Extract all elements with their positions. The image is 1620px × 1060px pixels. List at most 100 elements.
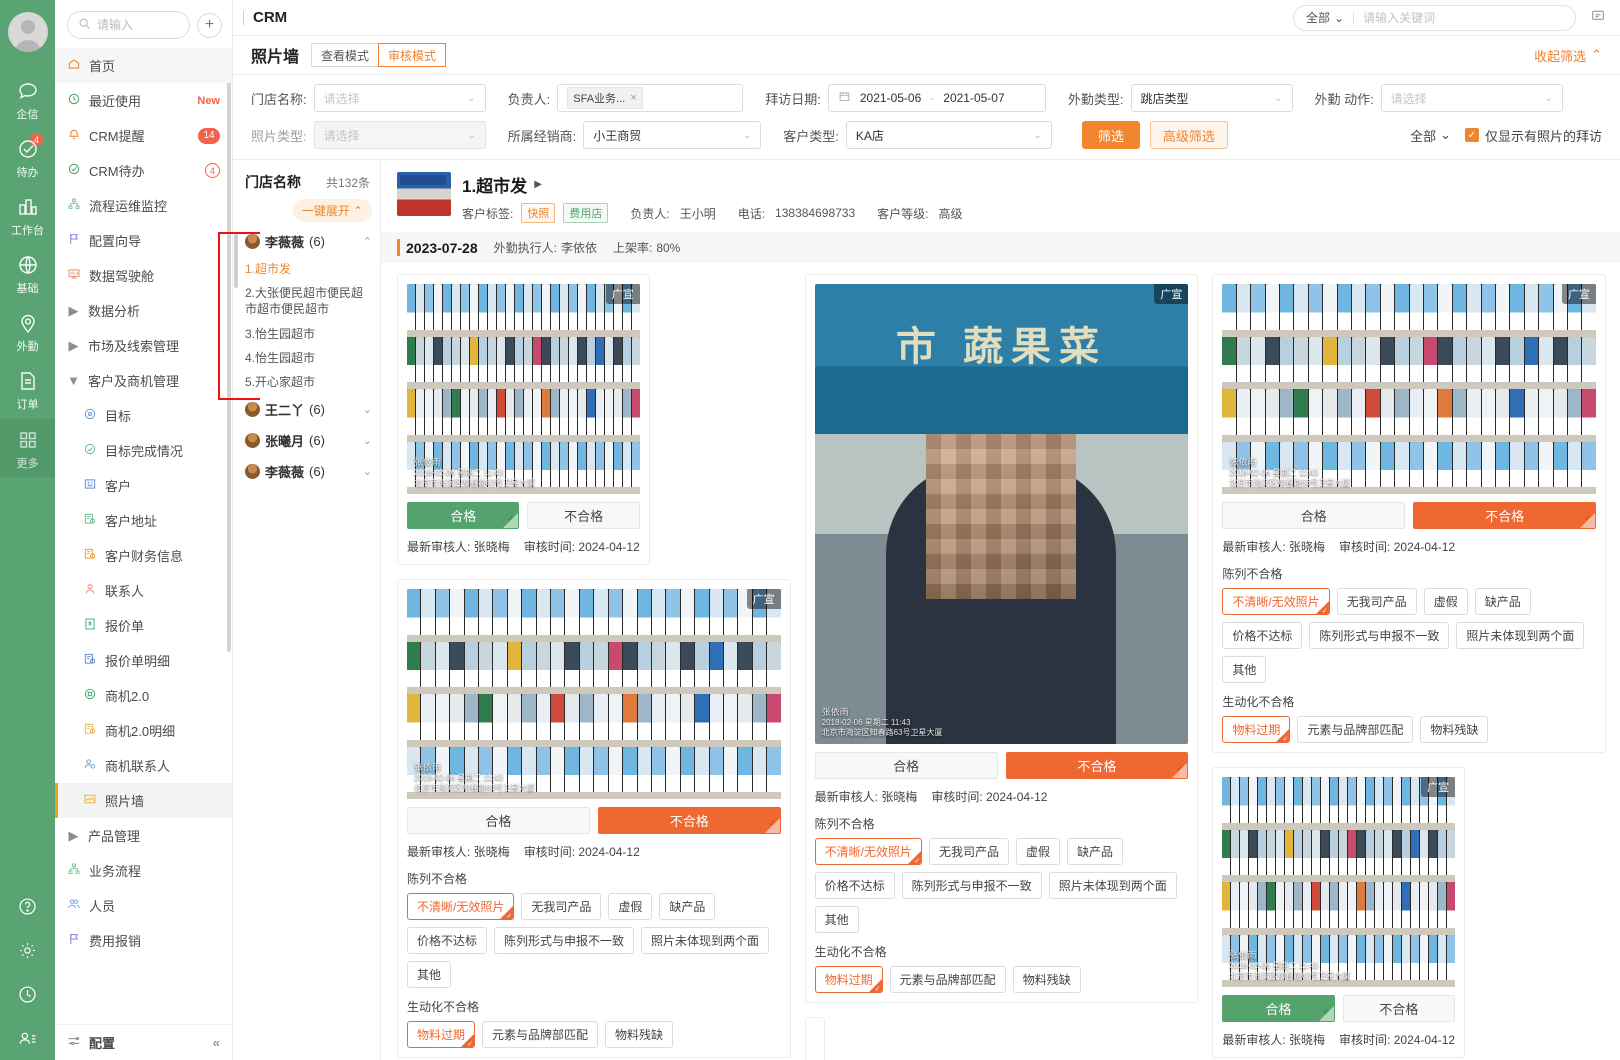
sidebar-item-customer-finance[interactable]: 客户财务信息 bbox=[55, 538, 232, 573]
collapse-filters-button[interactable]: 收起筛选 ⌃ bbox=[1534, 46, 1602, 65]
rail-item-fieldwork[interactable]: 外勤 bbox=[0, 302, 55, 360]
reason-chip[interactable]: 无我司产品 bbox=[521, 893, 602, 920]
rail-item-orders[interactable]: 订单 bbox=[0, 360, 55, 418]
sidebar-item-business-process[interactable]: 业务流程 bbox=[55, 853, 232, 888]
reason-chip[interactable]: 照片未体现到两个面 bbox=[641, 927, 770, 954]
expand-triangle-icon[interactable]: ▶ bbox=[534, 179, 542, 190]
filter-date-start[interactable]: 2021-05-06 bbox=[860, 91, 921, 105]
reason-chip[interactable]: 物料过期 ✓ bbox=[1222, 716, 1291, 743]
sidebar-item-opportunity-2-detail[interactable]: 商机2.0明细 bbox=[55, 713, 232, 748]
reason-chip[interactable]: 虚假 bbox=[608, 893, 653, 920]
sidebar-item-config-wizard[interactable]: 配置向导 bbox=[55, 223, 232, 258]
reason-chip[interactable]: 价格不达标 bbox=[1222, 622, 1303, 649]
sidebar-group-customer-opportunity[interactable]: ▼ 客户及商机管理 bbox=[55, 363, 232, 398]
pass-button[interactable]: 合格 bbox=[407, 502, 520, 529]
tab-view-mode[interactable]: 查看模式 bbox=[311, 43, 380, 67]
nav-add-button[interactable]: + bbox=[197, 12, 222, 38]
sidebar-item-home[interactable]: 首页 bbox=[55, 48, 232, 83]
reason-chip[interactable]: 照片未体现到两个面 bbox=[1048, 872, 1177, 899]
reason-chip[interactable]: 不清晰/无效照片 ✓ bbox=[407, 893, 515, 920]
sidebar-item-opportunity-2[interactable]: 商机2.0 bbox=[55, 678, 232, 713]
filter-date-end[interactable]: 2021-05-07 bbox=[943, 91, 1004, 105]
reason-chip[interactable]: 价格不达标 bbox=[814, 872, 895, 899]
pass-button[interactable]: 合格 bbox=[1222, 995, 1335, 1022]
sidebar-group-product-management[interactable]: ▶ 产品管理 bbox=[55, 818, 232, 853]
store-group-header[interactable]: 李薇薇 (6) ⌄ bbox=[233, 456, 380, 487]
pass-button[interactable]: 合格 bbox=[814, 752, 998, 779]
filter-distributor-select[interactable]: 小王商贸 ⌄ bbox=[583, 121, 762, 149]
only-with-photo-checkbox[interactable]: ✓ 仅显示有照片的拜访 bbox=[1464, 126, 1602, 145]
reason-chip[interactable]: 照片未体现到两个面 bbox=[1456, 622, 1585, 649]
nav-search-box[interactable] bbox=[67, 11, 190, 39]
reason-chip[interactable]: 不清晰/无效照片 ✓ bbox=[1222, 588, 1330, 615]
store-group-header[interactable]: 李薇薇 (6) ⌃ bbox=[233, 226, 380, 257]
reason-chip[interactable]: 陈列形式与申报不一致 bbox=[1309, 622, 1450, 649]
sidebar-item-recent[interactable]: 最近使用 New bbox=[55, 83, 232, 118]
reason-chip[interactable]: 缺产品 bbox=[1474, 588, 1531, 615]
close-icon[interactable]: × bbox=[630, 92, 636, 104]
rail-item-base[interactable]: 基础 bbox=[0, 244, 55, 302]
sidebar-item-crm-reminder[interactable]: CRM提醒 14 bbox=[55, 118, 232, 153]
rail-item-more[interactable]: 更多 bbox=[0, 418, 55, 477]
reason-chip[interactable]: 虚假 bbox=[1423, 588, 1468, 615]
filter-apply-button[interactable]: 筛选 bbox=[1081, 121, 1140, 149]
reason-chip[interactable]: 其他 bbox=[1222, 656, 1267, 683]
reason-chip[interactable]: 物料残缺 bbox=[605, 1021, 674, 1048]
pass-button[interactable]: 合格 bbox=[1222, 502, 1406, 529]
gear-icon[interactable] bbox=[17, 940, 38, 964]
filter-fieldwork-action-select[interactable]: 请选择 ⌄ bbox=[1380, 84, 1563, 112]
sidebar-item-contacts[interactable]: 联系人 bbox=[55, 573, 232, 608]
reason-chip[interactable]: 不清晰/无效照片 ✓ bbox=[814, 838, 922, 865]
sidebar-item-photo-wall[interactable]: 照片墙 bbox=[55, 783, 232, 818]
sidebar-item-opportunity-contacts[interactable]: 商机联系人 bbox=[55, 748, 232, 783]
sidebar-group-market-leads[interactable]: ▶ 市场及线索管理 bbox=[55, 328, 232, 363]
sidebar-item-personnel[interactable]: 人员 bbox=[55, 888, 232, 923]
photo-thumbnail[interactable]: 广宣 市 蔬果菜 张依雨 2018-02-06 星期二 11:43 北京市海淀区… bbox=[814, 284, 1189, 744]
sidebar-item-crm-todo[interactable]: CRM待办 4 bbox=[55, 153, 232, 188]
sidebar-item-data-cockpit[interactable]: 数据驾驶舱 bbox=[55, 258, 232, 293]
filter-fieldwork-type-select[interactable]: 跳店类型 ⌄ bbox=[1130, 84, 1293, 112]
nav-search-input[interactable] bbox=[97, 18, 179, 32]
reason-chip[interactable]: 元素与品牌部匹配 bbox=[1297, 716, 1414, 743]
reason-chip[interactable]: 陈列形式与申报不一致 bbox=[901, 872, 1042, 899]
fail-button[interactable]: 不合格 bbox=[1342, 995, 1456, 1022]
reason-chip[interactable]: 物料过期 ✓ bbox=[407, 1021, 476, 1048]
fail-button[interactable]: 不合格 bbox=[527, 502, 640, 529]
sidebar-item-customer[interactable]: 客户 bbox=[55, 468, 232, 503]
photo-thumbnail[interactable]: 广宣 张依雨 2018-02-06 星期二 11:43 北京市海淀区知春路63号… bbox=[407, 589, 781, 799]
reason-chip[interactable]: 缺产品 bbox=[659, 893, 716, 920]
fail-button[interactable]: 不合格 bbox=[1413, 502, 1596, 529]
sidebar-item-target[interactable]: 目标 bbox=[55, 398, 232, 433]
sidebar-item-config[interactable]: 配置 « bbox=[55, 1024, 232, 1060]
sidebar-item-target-completion[interactable]: 目标完成情况 bbox=[55, 433, 232, 468]
reason-chip[interactable]: 元素与品牌部匹配 bbox=[482, 1021, 599, 1048]
store-list-item[interactable]: 1.超市发 bbox=[233, 257, 380, 281]
reason-chip[interactable]: 价格不达标 bbox=[407, 927, 488, 954]
reason-chip[interactable]: 元素与品牌部匹配 bbox=[889, 966, 1006, 993]
store-group-header[interactable]: 张曦月 (6) ⌄ bbox=[233, 425, 380, 456]
store-list-item[interactable]: 5.开心家超市 bbox=[233, 370, 380, 394]
history-icon[interactable] bbox=[17, 984, 38, 1008]
sidebar-item-quotation-detail[interactable]: 报价单明细 bbox=[55, 643, 232, 678]
store-list-item[interactable]: 2.大张便民超市便民超市超市便民超市 bbox=[233, 281, 380, 321]
store-list-item[interactable]: 3.怡生园超市 bbox=[233, 322, 380, 346]
tab-review-mode[interactable]: 审核模式 bbox=[378, 43, 447, 67]
reason-chip[interactable]: 无我司产品 bbox=[929, 838, 1010, 865]
reason-chip[interactable]: 其他 bbox=[814, 906, 859, 933]
filter-visit-date-range[interactable]: 2021-05-06 - 2021-05-07 bbox=[827, 84, 1046, 112]
reason-chip[interactable]: 无我司产品 bbox=[1336, 588, 1417, 615]
fail-button[interactable]: 不合格 bbox=[597, 807, 781, 834]
reason-chip[interactable]: 物料残缺 bbox=[1420, 716, 1489, 743]
contacts-icon[interactable] bbox=[17, 1028, 38, 1052]
photo-thumbnail[interactable]: 广宣 张依雨 2018-02-06 星期二 11:43 北京市海淀区知春路63号… bbox=[1222, 284, 1596, 494]
pass-button[interactable]: 合格 bbox=[407, 807, 590, 834]
rail-item-workbench[interactable]: 工作台 bbox=[0, 186, 55, 244]
reason-chip[interactable]: 其他 bbox=[407, 961, 452, 988]
sidebar-group-data-analysis[interactable]: ▶ 数据分析 bbox=[55, 293, 232, 328]
reason-chip[interactable]: 缺产品 bbox=[1067, 838, 1124, 865]
sidebar-item-process-monitor[interactable]: 流程运维监控 bbox=[55, 188, 232, 223]
message-icon[interactable] bbox=[1590, 8, 1606, 27]
rail-item-qixin[interactable]: 企信 bbox=[0, 70, 55, 128]
photo-thumbnail[interactable]: 广宣 张依雨 2018-02-06 星期二 11:43 北京市海淀区知春路63号… bbox=[407, 284, 640, 494]
photo-thumbnail[interactable]: 广宣 张依雨 2018-02-06 星期二 11:43 北京市海淀区知春路63号… bbox=[1222, 777, 1456, 987]
